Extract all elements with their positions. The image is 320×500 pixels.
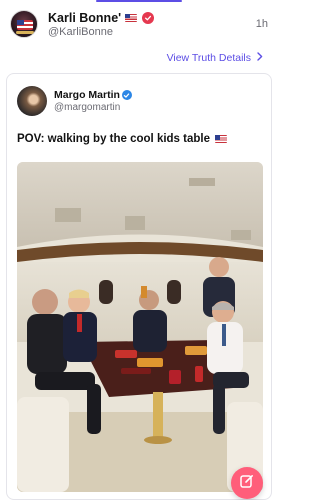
- verified-badge-icon: [142, 11, 155, 24]
- active-tab-indicator: [96, 0, 182, 2]
- quoted-post-text: POV: walking by the cool kids table: [17, 133, 227, 145]
- quoted-author-handle[interactable]: @margomartin: [54, 102, 132, 113]
- author-names: Karli Bonne' @KarliBonne: [48, 11, 256, 38]
- post-image[interactable]: [17, 162, 263, 492]
- quoted-author-avatar[interactable]: [17, 86, 47, 116]
- compose-icon: [239, 473, 255, 494]
- quoted-post-text-body: POV: walking by the cool kids table: [17, 133, 210, 145]
- author-display-name[interactable]: Karli Bonne': [48, 11, 121, 25]
- quoted-post-header: Margo Martin @margomartin: [17, 86, 132, 116]
- us-flag-icon: [215, 135, 227, 143]
- post-timestamp: 1h: [255, 18, 268, 30]
- view-truth-details-label: View Truth Details: [166, 52, 251, 64]
- author-avatar[interactable]: [10, 10, 38, 38]
- us-flag-icon: [125, 13, 138, 22]
- author-handle[interactable]: @KarliBonne: [48, 26, 256, 38]
- chevron-right-icon: [257, 52, 263, 64]
- quoted-author-display-name[interactable]: Margo Martin: [54, 89, 120, 101]
- view-truth-details-link[interactable]: View Truth Details: [167, 52, 263, 64]
- airplane-cabin-photo: [17, 162, 263, 492]
- compose-button[interactable]: [231, 467, 263, 499]
- post-header: Karli Bonne' @KarliBonne 1h: [10, 6, 268, 42]
- verified-badge-icon: [121, 90, 132, 100]
- quoted-post-card[interactable]: Margo Martin @margomartin POV: walking b…: [6, 73, 272, 500]
